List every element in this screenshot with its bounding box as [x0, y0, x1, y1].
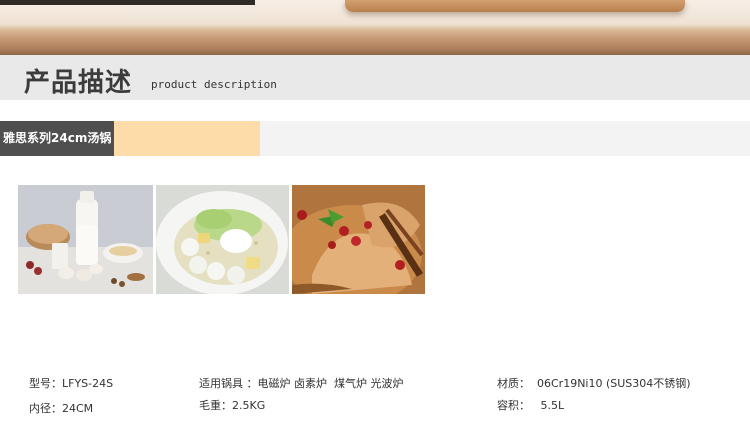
banner-wood-block [345, 0, 685, 12]
spec-model: 型号：LFYS-24S [29, 377, 114, 390]
product-name-accent [114, 121, 260, 156]
section-subtitle: product description [151, 78, 277, 91]
spec-weight: 毛重：2.5KG [199, 399, 266, 412]
milk-bread-food-photo [18, 185, 153, 294]
top-banner-photo [0, 0, 750, 55]
spec-capacity: 容积： 5.5L [497, 399, 565, 412]
spec-material: 材质： 06Cr19Ni10 (SUS304不锈钢) [497, 377, 691, 390]
banner-dark-edge [0, 0, 255, 5]
product-name-label: 雅思系列24cm汤锅 [0, 121, 114, 156]
spec-diameter: 内径：24CM [29, 402, 94, 415]
spec-stoves: 适用锅具 ：电磁炉 卤素炉 煤气炉 光波炉 [199, 377, 404, 390]
section-title: 产品描述 [24, 68, 133, 98]
braised-duck-food-photo [292, 185, 425, 294]
bowl-meatballs-food-photo [156, 185, 289, 294]
